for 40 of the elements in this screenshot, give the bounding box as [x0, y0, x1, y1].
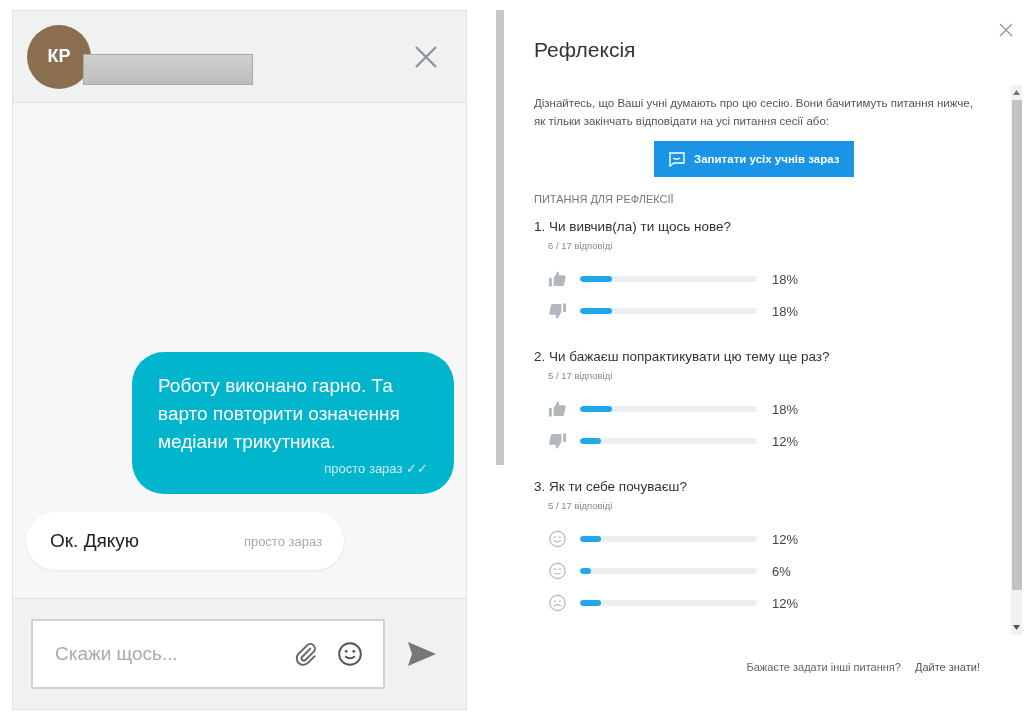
message-text: Ок. Дякую [50, 530, 140, 552]
scroll-up-icon[interactable] [1013, 90, 1020, 95]
message-icon [668, 151, 685, 167]
paperclip-icon[interactable] [293, 641, 319, 667]
thumbs-up-icon [548, 270, 567, 288]
question-title: 1. Чи вивчив(ла) ти щось нове? [534, 219, 732, 234]
avatar: КР [27, 24, 91, 89]
scroll-down-icon[interactable] [1013, 625, 1020, 630]
thumbs-up-icon [548, 400, 567, 418]
percent-label: 6% [772, 563, 791, 579]
percent-label: 18% [772, 303, 799, 319]
percent-label: 18% [772, 401, 799, 417]
smiley-icon [548, 562, 567, 580]
message-time: просто зараз [243, 533, 322, 549]
thumbs-down-icon [548, 302, 567, 320]
close-icon[interactable] [414, 44, 438, 69]
smiley-icon [548, 530, 567, 548]
send-icon[interactable] [407, 641, 437, 667]
question-title: 2. Чи бажаєш попрактикувати цю тему ще раз? [534, 349, 831, 364]
footer-question: Бажаєте задати інші питання? [746, 661, 901, 673]
thumbs-down-icon [548, 432, 567, 450]
feedback-link[interactable]: Дайте знати! [914, 661, 980, 673]
sad-face-icon [548, 594, 567, 612]
section-label: ПИТАННЯ ДЛЯ РЕФЛЕКСІЇ [534, 193, 675, 205]
message-input[interactable]: Скажи щось... [53, 642, 275, 666]
close-icon[interactable] [999, 23, 1013, 37]
scrollbar[interactable] [1011, 85, 1022, 635]
response-count: 5 / 17 відповіді [548, 370, 614, 381]
question-title: 3. Як ти себе почуваєш? [534, 479, 688, 494]
panel-title: Рефлексія [534, 38, 636, 62]
smiley-icon[interactable] [337, 641, 363, 667]
percent-label: 18% [772, 271, 799, 287]
response-count: 6 / 17 відповіді [548, 240, 614, 251]
percent-label: 12% [772, 595, 799, 611]
description-text: Дізнайтесь, що Ваші учні думають про цю сесію. Вони бачитимуть питання нижче, як тільки закінчать відповідати на усі питання сесії або: [534, 96, 974, 129]
percent-label: 12% [772, 433, 799, 449]
message-time: просто зараз ✓✓ [323, 461, 428, 476]
response-count: 5 / 17 відповіді [548, 500, 614, 511]
message-text: Роботу виконано гарно. Та варто повторити означення медіани трикутника. [158, 374, 401, 454]
percent-label: 12% [772, 531, 799, 547]
